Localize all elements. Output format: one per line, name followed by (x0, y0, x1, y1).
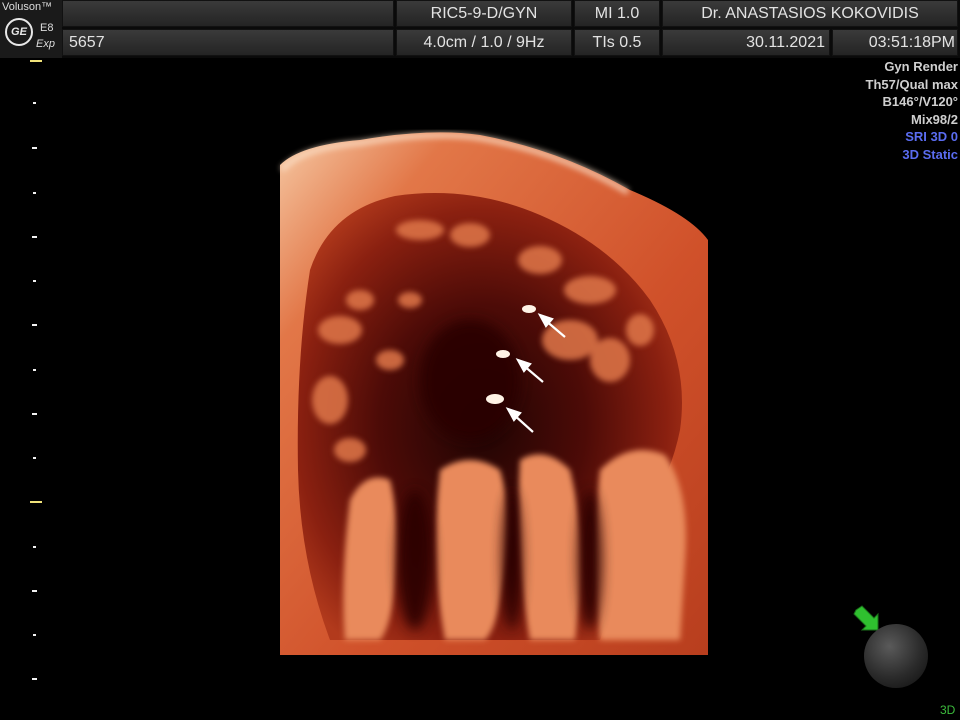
orientation-ball[interactable] (864, 624, 928, 688)
3d-render-view (279, 132, 708, 656)
mode-tag: 3D (940, 703, 956, 717)
